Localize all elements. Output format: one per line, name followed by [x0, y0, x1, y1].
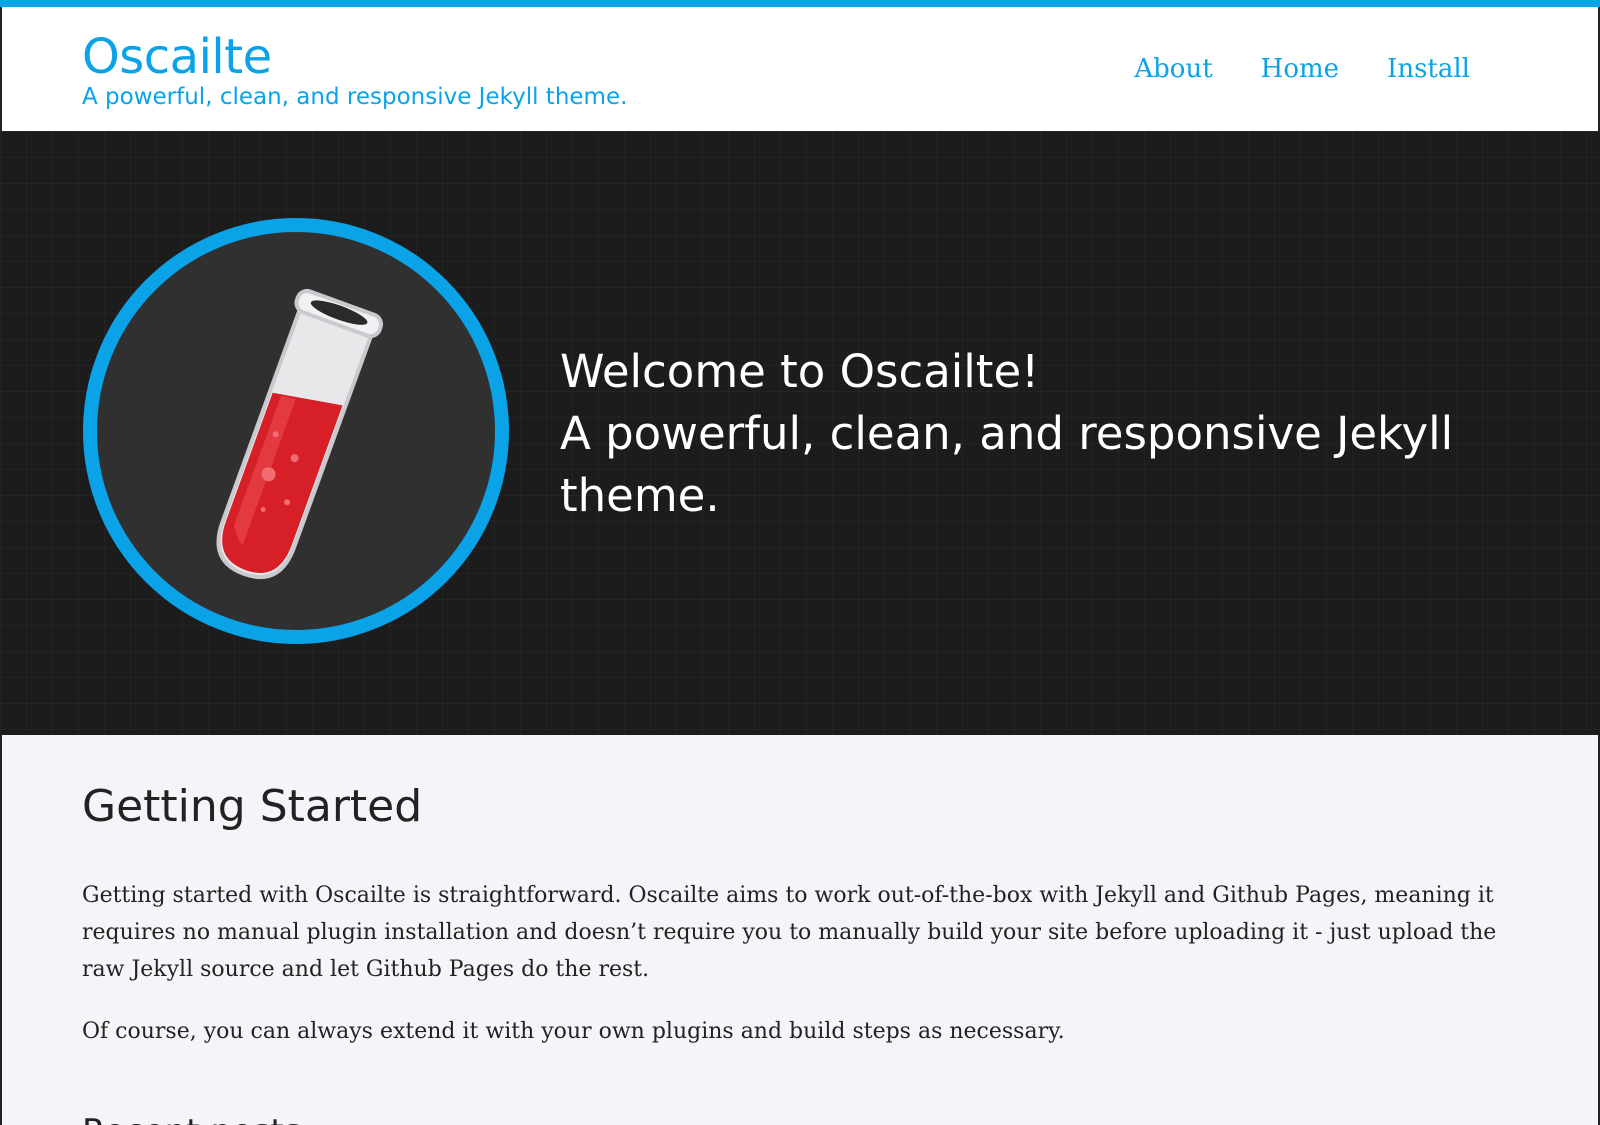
nav-link-home[interactable]: Home — [1261, 55, 1339, 83]
nav-link-install[interactable]: Install — [1387, 55, 1470, 83]
recent-posts-heading: Recent posts — [82, 1111, 301, 1125]
getting-started-paragraph-2: Of course, you can always extend it with… — [82, 1019, 1065, 1044]
hero-heading-line-1: Welcome to Oscailte! — [560, 345, 1040, 398]
main-navigation: About Home Install — [1134, 55, 1470, 83]
hero-banner: Welcome to Oscailte! A powerful, clean, … — [0, 131, 1600, 735]
hero-heading-line-2: A powerful, clean, and responsive Jekyll — [560, 407, 1454, 460]
logo — [80, 215, 512, 647]
getting-started-paragraph-1: Getting started with Oscailte is straigh… — [82, 883, 1497, 982]
nav-link-about[interactable]: About — [1134, 55, 1212, 83]
site-subtitle: A powerful, clean, and responsive Jekyll… — [82, 84, 628, 110]
hero-heading-line-3: theme. — [560, 469, 720, 522]
main-content: Getting Started Getting started with Osc… — [0, 735, 1600, 1125]
getting-started-heading: Getting Started — [82, 781, 423, 832]
brand: Oscailte A powerful, clean, and responsi… — [82, 29, 627, 111]
site-title-link[interactable]: Oscailte — [82, 29, 627, 85]
site-header: Oscailte A powerful, clean, and responsi… — [0, 7, 1600, 131]
test-tube-icon — [83, 218, 509, 644]
top-accent-bar — [0, 0, 1600, 7]
hero-message: Welcome to Oscailte! A powerful, clean, … — [560, 341, 1520, 527]
page: Oscailte A powerful, clean, and responsi… — [0, 0, 1600, 1125]
